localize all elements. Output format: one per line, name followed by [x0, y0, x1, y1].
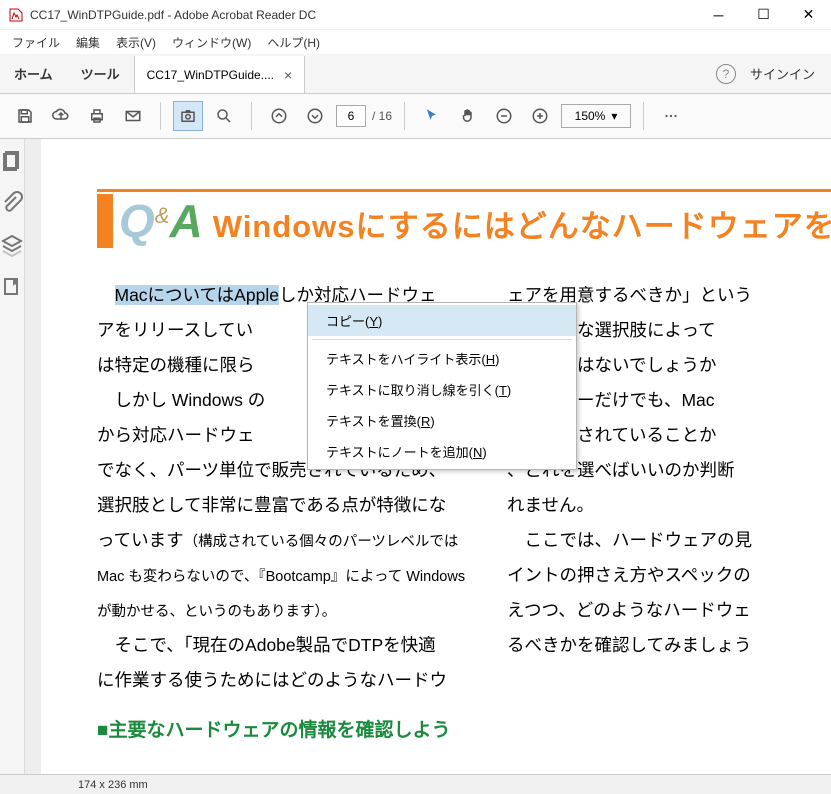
zoom-out-icon[interactable] — [489, 101, 519, 131]
app-icon — [8, 7, 24, 23]
qa-heading: Q&A Windowsにするにはどんなハードウェアを選ぶ — [97, 194, 831, 248]
tab-tools[interactable]: ツール — [67, 54, 134, 93]
titlebar: CC17_WinDTPGuide.pdf - Adobe Acrobat Rea… — [0, 0, 831, 30]
context-menu: コピー(Y)テキストをハイライト表示(H)テキストに取り消し線を引く(T)テキス… — [307, 302, 577, 470]
context-menu-item[interactable]: テキストに取り消し線を引く(T) — [308, 374, 576, 405]
prev-page-icon[interactable] — [264, 101, 294, 131]
cloud-upload-icon[interactable] — [46, 101, 76, 131]
tabbar: ホーム ツール CC17_WinDTPGuide.... × ? サインイン — [0, 54, 831, 94]
navigation-pane — [0, 139, 25, 774]
bookmarks-icon[interactable] — [0, 275, 24, 299]
menubar: ファイル 編集 表示(V) ウィンドウ(W) ヘルプ(H) — [0, 30, 831, 54]
qa-mark: Q&A — [119, 194, 203, 248]
selection-tool-icon[interactable] — [417, 101, 447, 131]
tab-home[interactable]: ホーム — [0, 54, 67, 93]
more-tools-icon[interactable] — [656, 101, 686, 131]
hand-tool-icon[interactable] — [453, 101, 483, 131]
close-button[interactable]: ✕ — [786, 0, 831, 30]
menu-window[interactable]: ウィンドウ(W) — [164, 32, 259, 53]
heading-rule — [97, 189, 831, 192]
search-icon[interactable] — [209, 101, 239, 131]
menu-edit[interactable]: 編集 — [68, 32, 108, 53]
heading-text: Windowsにするにはどんなハードウェアを選ぶ — [213, 201, 831, 246]
document-tab-label: CC17_WinDTPGuide.... — [147, 68, 274, 82]
page-total: / 16 — [372, 109, 392, 123]
zoom-value: 150% — [575, 109, 606, 123]
left-gutter — [25, 139, 41, 774]
context-menu-item[interactable]: コピー(Y) — [308, 305, 576, 336]
context-menu-separator — [312, 339, 572, 340]
thumbnails-icon[interactable] — [0, 149, 24, 173]
zoom-in-icon[interactable] — [525, 101, 555, 131]
menu-file[interactable]: ファイル — [4, 32, 68, 53]
print-icon[interactable] — [82, 101, 112, 131]
document-tab-close-icon[interactable]: × — [284, 67, 292, 83]
minimize-button[interactable]: ─ — [696, 0, 741, 30]
page-dimensions: 174 x 236 mm — [78, 779, 148, 791]
context-menu-item[interactable]: テキストを置換(R) — [308, 405, 576, 436]
selected-text: MacについてはApple — [115, 285, 279, 305]
page-number-input[interactable] — [336, 105, 366, 127]
menu-view[interactable]: 表示(V) — [108, 32, 164, 53]
snapshot-tool-icon[interactable] — [173, 101, 203, 131]
next-page-icon[interactable] — [300, 101, 330, 131]
window-title: CC17_WinDTPGuide.pdf - Adobe Acrobat Rea… — [30, 8, 696, 22]
layers-icon[interactable] — [0, 233, 24, 257]
context-menu-item[interactable]: テキストにノートを追加(N) — [308, 436, 576, 467]
context-menu-item[interactable]: テキストをハイライト表示(H) — [308, 343, 576, 374]
maximize-button[interactable]: ☐ — [741, 0, 786, 30]
window-controls: ─ ☐ ✕ — [696, 0, 831, 30]
save-icon[interactable] — [10, 101, 40, 131]
zoom-select[interactable]: 150% ▾ — [561, 104, 631, 128]
toolbar: / 16 150% ▾ — [0, 94, 831, 139]
chevron-down-icon: ▾ — [611, 109, 617, 123]
attachments-icon[interactable] — [0, 191, 24, 215]
email-icon[interactable] — [118, 101, 148, 131]
menu-help[interactable]: ヘルプ(H) — [259, 32, 328, 53]
subheading: ■主要なハードウェアの情報を確認しよう — [97, 712, 467, 750]
signin-link[interactable]: サインイン — [750, 64, 815, 83]
statusbar: 174 x 236 mm — [0, 774, 831, 794]
help-icon[interactable]: ? — [716, 64, 736, 84]
document-tab[interactable]: CC17_WinDTPGuide.... × — [134, 56, 306, 93]
